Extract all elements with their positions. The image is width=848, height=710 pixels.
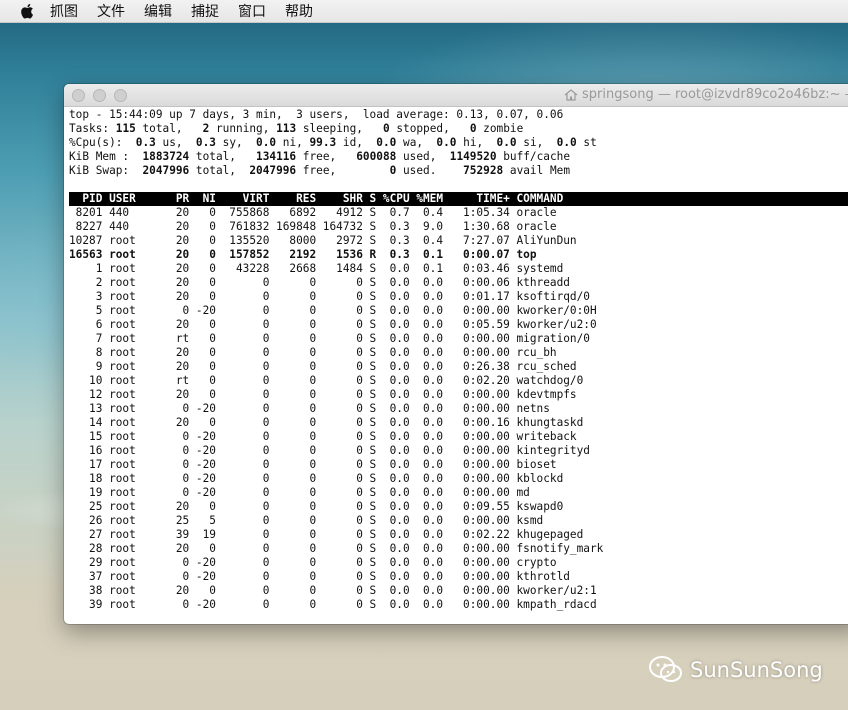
menu-item-screenshot[interactable]: 抓图 xyxy=(50,1,78,21)
process-row: 17 root 0 -20 0 0 0 S 0.0 0.0 0:00.00 bi… xyxy=(69,458,557,471)
apple-menu-icon[interactable] xyxy=(20,2,36,20)
process-row: 25 root 20 0 0 0 0 S 0.0 0.0 0:09.55 ksw… xyxy=(69,500,564,513)
process-row: 7 root rt 0 0 0 0 S 0.0 0.0 0:00.00 migr… xyxy=(69,332,590,345)
menu-bar: 抓图 文件 编辑 捕捉 窗口 帮助 xyxy=(0,0,848,23)
process-row: 27 root 39 19 0 0 0 S 0.0 0.0 0:02.22 kh… xyxy=(69,528,584,541)
process-row-highlighted: 16563 root 20 0 157852 2192 1536 R 0.3 0… xyxy=(69,248,537,261)
process-row: 8 root 20 0 0 0 0 S 0.0 0.0 0:00.00 rcu_… xyxy=(69,346,557,359)
process-row: 6 root 20 0 0 0 0 S 0.0 0.0 0:05.59 kwor… xyxy=(69,318,597,331)
home-folder-icon xyxy=(564,88,578,101)
zoom-button[interactable] xyxy=(114,88,127,102)
tasks-line: Tasks: 115 total, 2 running, 113 sleepin… xyxy=(69,122,524,135)
process-row: 2 root 20 0 0 0 0 S 0.0 0.0 0:00.06 kthr… xyxy=(69,276,570,289)
menu-item-edit[interactable]: 编辑 xyxy=(144,1,172,21)
menu-item-window[interactable]: 窗口 xyxy=(238,1,266,21)
window-title: springsong — root@izvdr89co2o46bz:~ — s xyxy=(564,87,848,102)
process-row: 29 root 0 -20 0 0 0 S 0.0 0.0 0:00.00 cr… xyxy=(69,556,557,569)
uptime-line: top - 15:44:09 up 7 days, 3 min, 3 users… xyxy=(69,108,564,121)
process-row: 1 root 20 0 43228 2668 1484 S 0.0 0.1 0:… xyxy=(69,262,564,275)
close-button[interactable] xyxy=(72,88,85,102)
menu-item-file[interactable]: 文件 xyxy=(97,1,125,21)
process-row: 37 root 0 -20 0 0 0 S 0.0 0.0 0:00.00 kt… xyxy=(69,570,570,583)
process-row: 3 root 20 0 0 0 0 S 0.0 0.0 0:01.17 ksof… xyxy=(69,290,590,303)
process-row: 13 root 0 -20 0 0 0 S 0.0 0.0 0:00.00 ne… xyxy=(69,402,550,415)
process-table-header: PID USER PR NI VIRT RES SHR S %CPU %MEM … xyxy=(69,192,848,206)
process-row: 10 root rt 0 0 0 0 S 0.0 0.0 0:02.20 wat… xyxy=(69,374,584,387)
process-row: 8201 440 20 0 755868 6892 4912 S 0.7 0.4… xyxy=(69,206,557,219)
cpu-line: %Cpu(s): 0.3 us, 0.3 sy, 0.0 ni, 99.3 id… xyxy=(69,136,597,149)
process-row: 39 root 0 -20 0 0 0 S 0.0 0.0 0:00.00 km… xyxy=(69,598,597,611)
process-row: 18 root 0 -20 0 0 0 S 0.0 0.0 0:00.00 kb… xyxy=(69,472,564,485)
process-row: 38 root 20 0 0 0 0 S 0.0 0.0 0:00.00 kwo… xyxy=(69,584,597,597)
terminal-window: springsong — root@izvdr89co2o46bz:~ — s … xyxy=(64,84,848,624)
watermark-text: SunSunSong xyxy=(690,658,823,682)
process-row: 28 root 20 0 0 0 0 S 0.0 0.0 0:00.00 fsn… xyxy=(69,542,604,555)
process-row: 16 root 0 -20 0 0 0 S 0.0 0.0 0:00.00 ki… xyxy=(69,444,590,457)
process-row: 10287 root 20 0 135520 8000 2972 S 0.3 0… xyxy=(69,234,577,247)
process-row: 14 root 20 0 0 0 0 S 0.0 0.0 0:00.16 khu… xyxy=(69,416,584,429)
watermark: SunSunSong xyxy=(648,655,823,685)
swap-line: KiB Swap: 2047996 total, 2047996 free, 0… xyxy=(69,164,571,177)
window-titlebar[interactable]: springsong — root@izvdr89co2o46bz:~ — s xyxy=(64,84,848,107)
memory-line: KiB Mem : 1883724 total, 134116 free, 60… xyxy=(69,150,571,163)
terminal-content[interactable]: top - 15:44:09 up 7 days, 3 min, 3 users… xyxy=(69,108,848,612)
process-row: 8227 440 20 0 761832 169848 164732 S 0.3… xyxy=(69,220,557,233)
process-row: 19 root 0 -20 0 0 0 S 0.0 0.0 0:00.00 md xyxy=(69,486,530,499)
menu-item-capture[interactable]: 捕捉 xyxy=(191,1,219,21)
process-row: 5 root 0 -20 0 0 0 S 0.0 0.0 0:00.00 kwo… xyxy=(69,304,597,317)
minimize-button[interactable] xyxy=(93,88,106,102)
wechat-icon xyxy=(649,656,682,682)
process-row: 26 root 25 5 0 0 0 S 0.0 0.0 0:00.00 ksm… xyxy=(69,514,544,527)
process-row: 15 root 0 -20 0 0 0 S 0.0 0.0 0:00.00 wr… xyxy=(69,430,577,443)
process-row: 9 root 20 0 0 0 0 S 0.0 0.0 0:26.38 rcu_… xyxy=(69,360,577,373)
process-row: 12 root 20 0 0 0 0 S 0.0 0.0 0:00.00 kde… xyxy=(69,388,577,401)
menu-item-help[interactable]: 帮助 xyxy=(285,1,313,21)
window-title-text: springsong — root@izvdr89co2o46bz:~ — s xyxy=(582,87,848,102)
